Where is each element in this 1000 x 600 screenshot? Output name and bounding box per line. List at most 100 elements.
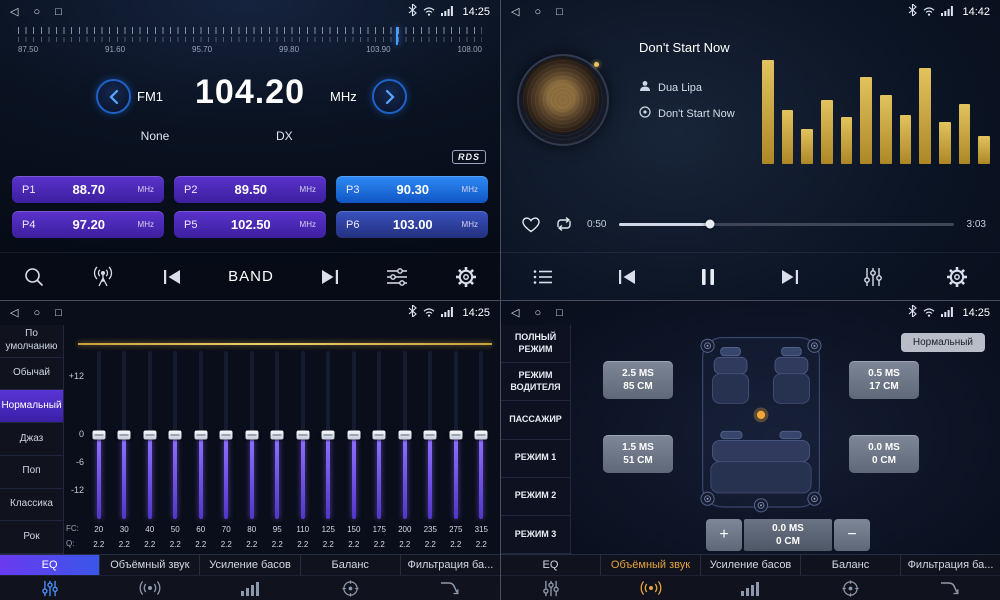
eq-slider-handle[interactable] — [398, 431, 411, 440]
eq-slider-track[interactable] — [97, 351, 101, 519]
progress-bar[interactable] — [619, 223, 953, 226]
eq-slider-handle[interactable] — [169, 431, 182, 440]
next-station-button[interactable] — [320, 269, 340, 285]
eq-preset-item[interactable]: Нормальный — [0, 390, 63, 423]
tab-bass-boost[interactable]: Усиление басов — [200, 555, 300, 575]
eq-slider-track[interactable] — [301, 351, 305, 519]
band-button[interactable]: BAND — [228, 268, 274, 285]
scan-button[interactable] — [23, 266, 45, 288]
eq-preset-item[interactable]: Джаз — [0, 423, 63, 456]
eq-slider-handle[interactable] — [475, 431, 488, 440]
seek-up-button[interactable] — [372, 79, 407, 114]
aps-button[interactable] — [91, 266, 115, 288]
bass-boost-tab-icon[interactable] — [701, 576, 801, 600]
filter-tab-icon[interactable] — [900, 576, 1000, 600]
prev-track-button[interactable] — [617, 269, 637, 285]
filter-tab-icon[interactable] — [400, 576, 500, 600]
eq-tab-icon[interactable] — [501, 576, 601, 600]
nav-back-icon[interactable]: ◁ — [10, 7, 18, 18]
frequency-ruler[interactable]: 87.50 91.60 95.70 99.80 103.90 108.00 — [18, 27, 482, 63]
delay-increase-button[interactable]: + — [706, 519, 742, 551]
eq-slider-track[interactable] — [148, 351, 152, 519]
eq-slider-handle[interactable] — [143, 431, 156, 440]
eq-slider-handle[interactable] — [373, 431, 386, 440]
surround-mode-item[interactable]: РЕЖИМ 1 — [501, 440, 570, 478]
surround-preset-button[interactable]: Нормальный — [901, 333, 985, 352]
pause-button[interactable] — [701, 268, 715, 286]
delay-rear-left[interactable]: 1.5 MS 51 CM — [603, 435, 673, 473]
eq-shortcut-button[interactable] — [864, 267, 882, 287]
eq-slider-handle[interactable] — [194, 431, 207, 440]
eq-slider-handle[interactable] — [347, 431, 360, 440]
settings-button[interactable] — [455, 266, 477, 288]
eq-slider-track[interactable] — [403, 351, 407, 519]
eq-slider-handle[interactable] — [118, 431, 131, 440]
delay-front-left[interactable]: 2.5 MS 85 CM — [603, 361, 673, 399]
eq-preset-item[interactable]: Обычай — [0, 358, 63, 391]
radio-preset[interactable]: P2 89.50 MHz — [174, 176, 326, 203]
radio-preset[interactable]: P4 97.20 MHz — [12, 211, 164, 238]
eq-preset-item[interactable]: По умолчанию — [0, 325, 63, 358]
repeat-button[interactable] — [554, 216, 574, 232]
queue-button[interactable] — [533, 269, 553, 285]
eq-slider-track[interactable] — [250, 351, 254, 519]
eq-preset-item[interactable]: Рок — [0, 521, 63, 554]
tab-surround[interactable]: Объёмный звук — [601, 555, 701, 575]
balance-tab-icon[interactable] — [300, 576, 400, 600]
balance-tab-icon[interactable] — [800, 576, 900, 600]
eq-slider-track[interactable] — [428, 351, 432, 519]
nav-back-icon[interactable]: ◁ — [10, 308, 18, 319]
preamp-slider[interactable] — [78, 343, 492, 345]
radio-preset[interactable]: P6 103.00 MHz — [336, 211, 488, 238]
eq-slider-track[interactable] — [224, 351, 228, 519]
tab-balance[interactable]: Баланс — [301, 555, 401, 575]
eq-slider-track[interactable] — [275, 351, 279, 519]
delay-decrease-button[interactable]: − — [834, 519, 870, 551]
bass-boost-tab-icon[interactable] — [200, 576, 300, 600]
eq-slider-track[interactable] — [352, 351, 356, 519]
settings-button[interactable] — [946, 266, 968, 288]
eq-tab-icon[interactable] — [0, 576, 100, 600]
nav-recent-icon[interactable]: □ — [55, 308, 62, 319]
eq-slider-handle[interactable] — [245, 431, 258, 440]
radio-preset[interactable]: P3 90.30 MHz — [336, 176, 488, 203]
eq-slider-track[interactable] — [377, 351, 381, 519]
eq-slider-track[interactable] — [173, 351, 177, 519]
radio-preset[interactable]: P1 88.70 MHz — [12, 176, 164, 203]
progress-handle[interactable] — [705, 220, 714, 229]
favorite-button[interactable] — [521, 216, 541, 233]
tab-eq[interactable]: EQ — [501, 555, 601, 575]
eq-slider-handle[interactable] — [424, 431, 437, 440]
tab-surround[interactable]: Объёмный звук — [100, 555, 200, 575]
radio-preset[interactable]: P5 102.50 MHz — [174, 211, 326, 238]
surround-tab-icon[interactable] — [601, 576, 701, 600]
eq-slider-handle[interactable] — [220, 431, 233, 440]
eq-slider-track[interactable] — [479, 351, 483, 519]
next-track-button[interactable] — [780, 269, 800, 285]
nav-home-icon[interactable]: ○ — [33, 7, 40, 18]
eq-slider-handle[interactable] — [92, 431, 105, 440]
surround-mode-item[interactable]: ПОЛНЫЙ РЕЖИМ — [501, 325, 570, 363]
nav-back-icon[interactable]: ◁ — [511, 7, 519, 18]
surround-mode-item[interactable]: ПАССАЖИР — [501, 401, 570, 439]
delay-front-right[interactable]: 0.5 MS 17 CM — [849, 361, 919, 399]
eq-shortcut-button[interactable] — [386, 268, 408, 286]
eq-slider-handle[interactable] — [322, 431, 335, 440]
eq-slider-track[interactable] — [454, 351, 458, 519]
tab-filter[interactable]: Фильтрация ба... — [401, 555, 500, 575]
nav-back-icon[interactable]: ◁ — [511, 308, 519, 319]
surround-mode-item[interactable]: РЕЖИМ ВОДИТЕЛЯ — [501, 363, 570, 401]
nav-recent-icon[interactable]: □ — [55, 7, 62, 18]
surround-mode-item[interactable]: РЕЖИМ 2 — [501, 478, 570, 516]
eq-slider-handle[interactable] — [296, 431, 309, 440]
nav-home-icon[interactable]: ○ — [534, 308, 541, 319]
eq-slider-track[interactable] — [199, 351, 203, 519]
eq-preset-item[interactable]: Поп — [0, 456, 63, 489]
tab-eq[interactable]: EQ — [0, 555, 100, 575]
nav-recent-icon[interactable]: □ — [556, 308, 563, 319]
tab-filter[interactable]: Фильтрация ба... — [901, 555, 1000, 575]
nav-recent-icon[interactable]: □ — [556, 7, 563, 18]
tab-bass-boost[interactable]: Усиление басов — [701, 555, 801, 575]
eq-slider-track[interactable] — [326, 351, 330, 519]
eq-slider-handle[interactable] — [449, 431, 462, 440]
